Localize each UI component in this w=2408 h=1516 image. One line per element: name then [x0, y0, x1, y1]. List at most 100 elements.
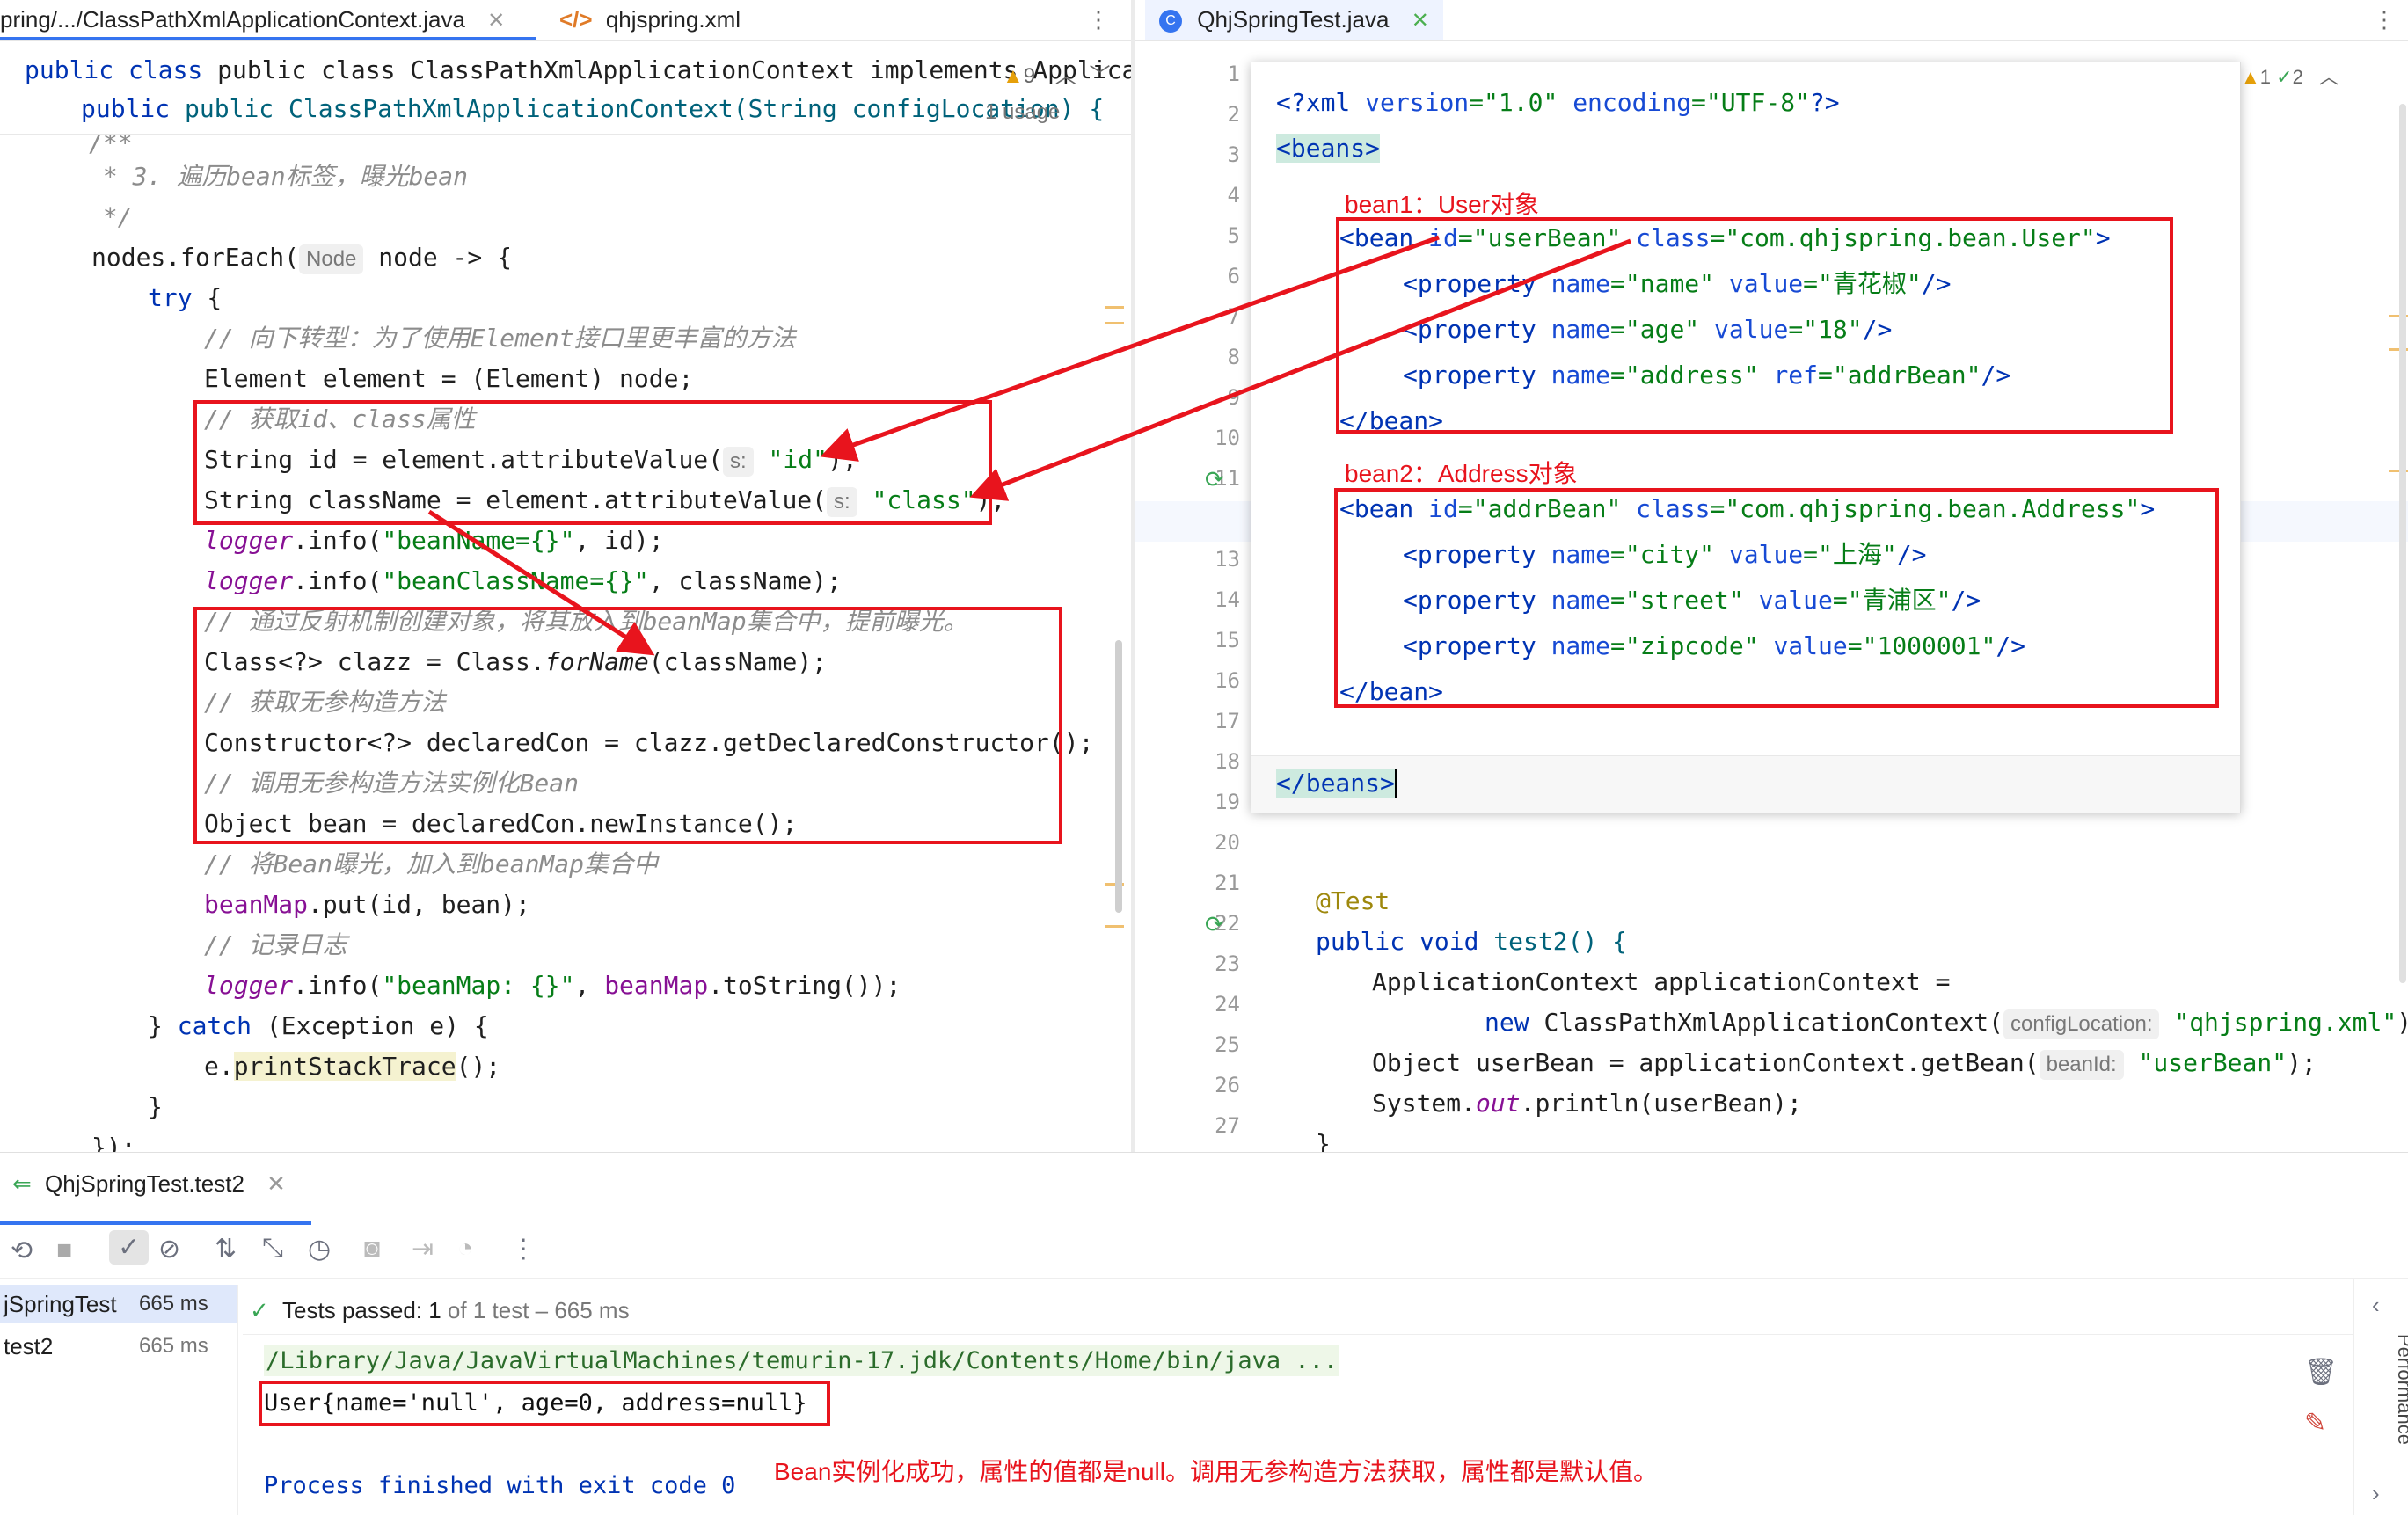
xml-icon: </> — [559, 6, 593, 33]
tab-label: qhjspring.xml — [605, 6, 741, 33]
highlight-reflection-box — [193, 607, 1062, 844]
more-tabs-icon[interactable]: ⋮ — [2373, 0, 2396, 40]
show-passed-icon[interactable]: ✓ — [109, 1230, 150, 1265]
performance-tab[interactable]: Performance — [2393, 1334, 2408, 1445]
export-icon[interactable]: ⇥ — [412, 1234, 434, 1265]
tab-label: pring/.../ClassPathXmlApplicationContext… — [0, 6, 465, 33]
scroll-marker — [1105, 306, 1124, 309]
code-line: ApplicationContext applicationContext = — [1372, 967, 1951, 996]
scrollbar-thumb[interactable] — [1115, 640, 1122, 913]
show-ignored-icon[interactable]: ⊘ — [158, 1234, 180, 1265]
header-constructor-line: public ClassPathXmlApplicationContext(St… — [185, 94, 1105, 123]
camera-icon[interactable]: ◙ — [364, 1234, 380, 1264]
close-icon[interactable]: ✕ — [1412, 9, 1429, 33]
inspection-widget[interactable]: ▲1 ✓2 ︿ — [2241, 62, 2339, 90]
code-line: logger.info("beanName={}", id); — [204, 526, 664, 555]
run-config-icon: ⇐ — [12, 1170, 32, 1197]
close-icon[interactable]: ✕ — [487, 9, 505, 33]
bean2-label: bean2：Address对象 — [1345, 460, 1578, 487]
output-annotation: Bean实例化成功，属性的值都是null。调用无参构造方法获取，属性都是默认值。 — [774, 1458, 1658, 1485]
code-comment: * 3. 遍历bean标签，曝光bean — [88, 162, 469, 191]
param-hint: configLocation: — [2003, 1009, 2160, 1039]
chevron-up-icon[interactable]: ︿ — [1055, 64, 1076, 88]
tree-item-test2[interactable]: test2 665 ms — [0, 1327, 237, 1366]
run-toolbar: ⟲ ■ ✓ ⊘ ⇅ ⤡ ◷ ◙ ⇥ ◔ ⋮ — [0, 1228, 2408, 1279]
trash-icon[interactable]: 🗑 — [2304, 1357, 2338, 1388]
left-tab-bar: pring/.../ClassPathXmlApplicationContext… — [0, 0, 1131, 41]
tree-item-root[interactable]: jSpringTest 665 ms — [0, 1285, 237, 1323]
console-finish-line: Process finished with exit code 0 — [264, 1472, 736, 1499]
stop-icon[interactable]: ■ — [56, 1235, 72, 1265]
tab-label: QhjSpringTest.java — [1197, 6, 1390, 33]
xml-beans-close: </beans> — [1276, 757, 1397, 810]
sticky-header: public class public class ClassPathXmlAp… — [0, 42, 1131, 135]
java-class-icon: C — [1159, 10, 1182, 33]
scroll-marker — [1105, 925, 1124, 928]
code-line: } — [148, 1092, 163, 1121]
code-line: logger.info("beanMap: {}", beanMap.toStr… — [204, 971, 901, 1000]
active-tab-indicator — [0, 37, 536, 40]
run-panel: ⇐ QhjSpringTest.test2 ✕ ⟲ ■ ✓ ⊘ ⇅ ⤡ ◷ ◙ … — [0, 1152, 2408, 1515]
code-line: public void test2() { — [1316, 927, 1628, 956]
warning-icon: ▲ — [2241, 66, 2260, 88]
param-hint: beanId: — [2039, 1050, 2124, 1080]
code-line: } — [1316, 1129, 1331, 1152]
code-line: Element element = (Element) node; — [204, 364, 694, 393]
line-number-gutter: 1 2 3 4 5 6 7 8 9 10 11 12 13 14 15 16 1… — [1215, 62, 1240, 1138]
highlight-id-class-box — [193, 400, 992, 525]
xml-preview-popup: <?xml version="1.0" encoding="UTF-8"?> <… — [1251, 62, 2241, 813]
tab-qhjspringtest-java[interactable]: C QhjSpringTest.java ✕ — [1145, 0, 1443, 40]
code-line: new ClassPathXmlApplicationContext(confi… — [1485, 1002, 2408, 1043]
usage-hint[interactable]: 1 usage — [985, 100, 1060, 125]
tab-classpath-java[interactable]: pring/.../ClassPathXmlApplicationContext… — [0, 0, 505, 40]
run-gutter-icon[interactable]: ⟳ — [1205, 911, 1224, 938]
check-icon: ✓ — [2276, 66, 2293, 88]
code-line: nodes.forEach(Node node -> { — [91, 237, 512, 278]
console-output[interactable]: /Library/Java/JavaVirtualMachines/temuri… — [243, 1334, 2353, 1516]
param-hint: Node — [299, 244, 364, 274]
code-annotation: @Test — [1316, 886, 1390, 915]
test-tree: jSpringTest 665 ms test2 665 ms — [0, 1285, 238, 1515]
more-icon[interactable]: ⋮ — [510, 1234, 536, 1265]
code-comment: // 记录日志 — [204, 930, 347, 959]
coverage-icon[interactable]: ◔ — [457, 1234, 473, 1264]
code-line: }); — [91, 1133, 136, 1152]
history-icon[interactable]: ◷ — [308, 1234, 331, 1265]
console-command: /Library/Java/JavaVirtualMachines/temuri… — [264, 1345, 1340, 1376]
right-side-strip: ‹ Performance › — [2353, 1278, 2408, 1515]
close-icon[interactable]: ✕ — [266, 1170, 286, 1197]
sort-icon[interactable]: ⇅ — [215, 1234, 237, 1265]
collapse-icon[interactable]: ⤡ — [262, 1234, 283, 1264]
run-tab-underline — [0, 1221, 311, 1225]
bean1-highlight-box — [1336, 217, 2173, 434]
tab-qhjspring-xml[interactable]: </> qhjspring.xml — [559, 0, 741, 40]
header-class-line: public class ClassPathXmlApplicationCont… — [217, 55, 1131, 84]
chevron-left-icon[interactable]: ‹ — [2372, 1292, 2380, 1319]
code-comment: // 将Bean曝光，加入到beanMap集合中 — [204, 849, 659, 878]
xml-footer-bar — [1251, 755, 2240, 813]
more-tabs-icon[interactable]: ⋮ — [1087, 0, 1110, 40]
run-gutter-icon[interactable]: ⟳ — [1205, 466, 1224, 493]
code-line: } catch (Exception e) { — [148, 1011, 489, 1040]
code-line: beanMap.put(id, bean); — [204, 890, 530, 919]
code-line: System.out.println(userBean); — [1372, 1089, 1802, 1118]
scrollbar-thumb[interactable] — [2399, 104, 2406, 983]
clear-all-icon[interactable]: ✎ — [2304, 1408, 2326, 1439]
code-line: e.printStackTrace(); — [204, 1052, 501, 1081]
output-highlight-box — [259, 1381, 830, 1426]
chevron-up-icon[interactable]: ︿ — [2319, 66, 2339, 88]
warning-indicator[interactable]: ▲9 ︿ ﹀ — [1003, 58, 1110, 89]
xml-beans-open: <beans> — [1276, 134, 1381, 163]
rerun-icon[interactable]: ⟲ — [11, 1235, 33, 1266]
left-editor[interactable]: public class public class ClassPathXmlAp… — [0, 42, 1131, 1152]
code-line: Object userBean = applicationContext.get… — [1372, 1043, 2317, 1083]
bean2-highlight-box — [1334, 488, 2219, 708]
xml-declaration: <?xml version="1.0" encoding="UTF-8"?> — [1276, 88, 1840, 117]
chevron-down-icon[interactable]: ﹀ — [1089, 64, 1110, 88]
code-line: logger.info("beanClassName={}", classNam… — [204, 566, 842, 595]
chevron-right-icon[interactable]: › — [2372, 1480, 2380, 1507]
run-tab[interactable]: ⇐ QhjSpringTest.test2 ✕ — [12, 1170, 286, 1198]
passed-check-icon: ✓ — [250, 1297, 269, 1323]
code-line: try { — [148, 283, 223, 312]
scroll-marker — [1105, 322, 1124, 324]
